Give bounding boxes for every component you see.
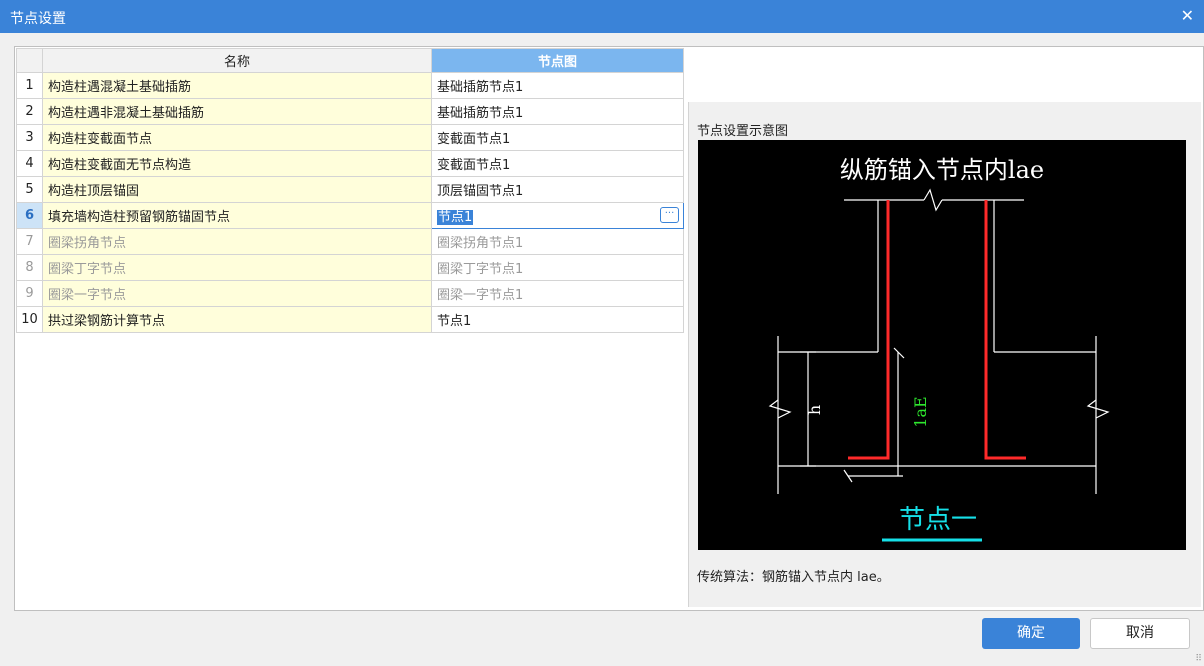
table-row[interactable]: 1 构造柱遇混凝土基础插筋 基础插筋节点1 [16,72,684,99]
row-index: 1 [16,72,43,99]
row-node[interactable]: 基础插筋节点1 [431,72,684,99]
table-row: 7 圈梁拐角节点 圈梁拐角节点1 [16,228,684,255]
header-node[interactable]: 节点图 [431,48,684,73]
row-index: 8 [16,254,43,281]
cancel-button[interactable]: 取消 [1090,618,1190,649]
table-row: 8 圈梁丁字节点 圈梁丁字节点1 [16,254,684,281]
node-table-container: 名称 节点图 1 构造柱遇混凝土基础插筋 基础插筋节点1 2 构造柱遇非混凝土基… [16,48,684,333]
diagram-caption: 节点一 [899,505,977,535]
node-table: 名称 节点图 1 构造柱遇混凝土基础插筋 基础插筋节点1 2 构造柱遇非混凝土基… [16,48,684,333]
table-row[interactable]: 2 构造柱遇非混凝土基础插筋 基础插筋节点1 [16,98,684,125]
row-node[interactable]: 节点1 [431,306,684,333]
row-name: 圈梁丁字节点 [42,254,432,281]
row-node-value[interactable]: 节点1 [437,210,474,225]
diagram-title: 纵筋锚入节点内lae [840,156,1044,184]
row-index: 3 [16,124,43,151]
row-name: 填充墙构造柱预留钢筋锚固节点 [42,202,432,229]
row-name: 构造柱顶层锚固 [42,176,432,203]
row-node-editor[interactable]: 节点1 ··· [431,202,684,229]
table-row: 9 圈梁一字节点 圈梁一字节点1 [16,280,684,307]
table-row[interactable]: 10 拱过梁钢筋计算节点 节点1 [16,306,684,333]
more-options-icon[interactable]: ··· [660,207,679,223]
table-row[interactable]: 3 构造柱变截面节点 变截面节点1 [16,124,684,151]
row-name: 拱过梁钢筋计算节点 [42,306,432,333]
row-index: 9 [16,280,43,307]
preview-label: 节点设置示意图 [697,124,789,139]
dimension-lae-label: 1aE [911,396,930,427]
row-index: 5 [16,176,43,203]
table-row[interactable]: 4 构造柱变截面无节点构造 变截面节点1 [16,150,684,177]
header-corner [16,48,43,73]
row-node[interactable]: 变截面节点1 [431,150,684,177]
row-node[interactable]: 基础插筋节点1 [431,98,684,125]
row-name: 圈梁一字节点 [42,280,432,307]
node-diagram-svg: 纵筋锚入节点内lae h 1aE 节点一 [768,156,1110,542]
row-index: 4 [16,150,43,177]
row-index: 7 [16,228,43,255]
resize-grip-icon[interactable]: ⠿ [1195,654,1202,664]
row-name: 圈梁拐角节点 [42,228,432,255]
row-index: 2 [16,98,43,125]
row-index: 10 [16,306,43,333]
title-bar: 节点设置 ✕ [0,0,1204,33]
algorithm-description: 传统算法：钢筋锚入节点内 lae。 [697,570,890,585]
concrete-outline [768,188,1110,494]
node-diagram: 纵筋锚入节点内lae h 1aE 节点一 [698,140,1186,550]
table-header-row: 名称 节点图 [16,48,684,73]
table-row-selected[interactable]: 6 填充墙构造柱预留钢筋锚固节点 节点1 ··· [16,202,684,229]
ok-button[interactable]: 确定 [982,618,1080,649]
row-name: 构造柱变截面无节点构造 [42,150,432,177]
row-node: 圈梁拐角节点1 [431,228,684,255]
row-node[interactable]: 变截面节点1 [431,124,684,151]
row-name: 构造柱变截面节点 [42,124,432,151]
row-node[interactable]: 顶层锚固节点1 [431,176,684,203]
row-node: 圈梁一字节点1 [431,280,684,307]
row-name: 构造柱遇非混凝土基础插筋 [42,98,432,125]
rebar-lines [848,200,1026,460]
window-title: 节点设置 [10,11,66,27]
dimension-h-label: h [805,405,824,415]
row-index: 6 [16,202,43,229]
close-icon[interactable]: ✕ [1181,6,1194,25]
header-name[interactable]: 名称 [42,48,432,73]
row-name: 构造柱遇混凝土基础插筋 [42,72,432,99]
table-row[interactable]: 5 构造柱顶层锚固 顶层锚固节点1 [16,176,684,203]
row-node: 圈梁丁字节点1 [431,254,684,281]
